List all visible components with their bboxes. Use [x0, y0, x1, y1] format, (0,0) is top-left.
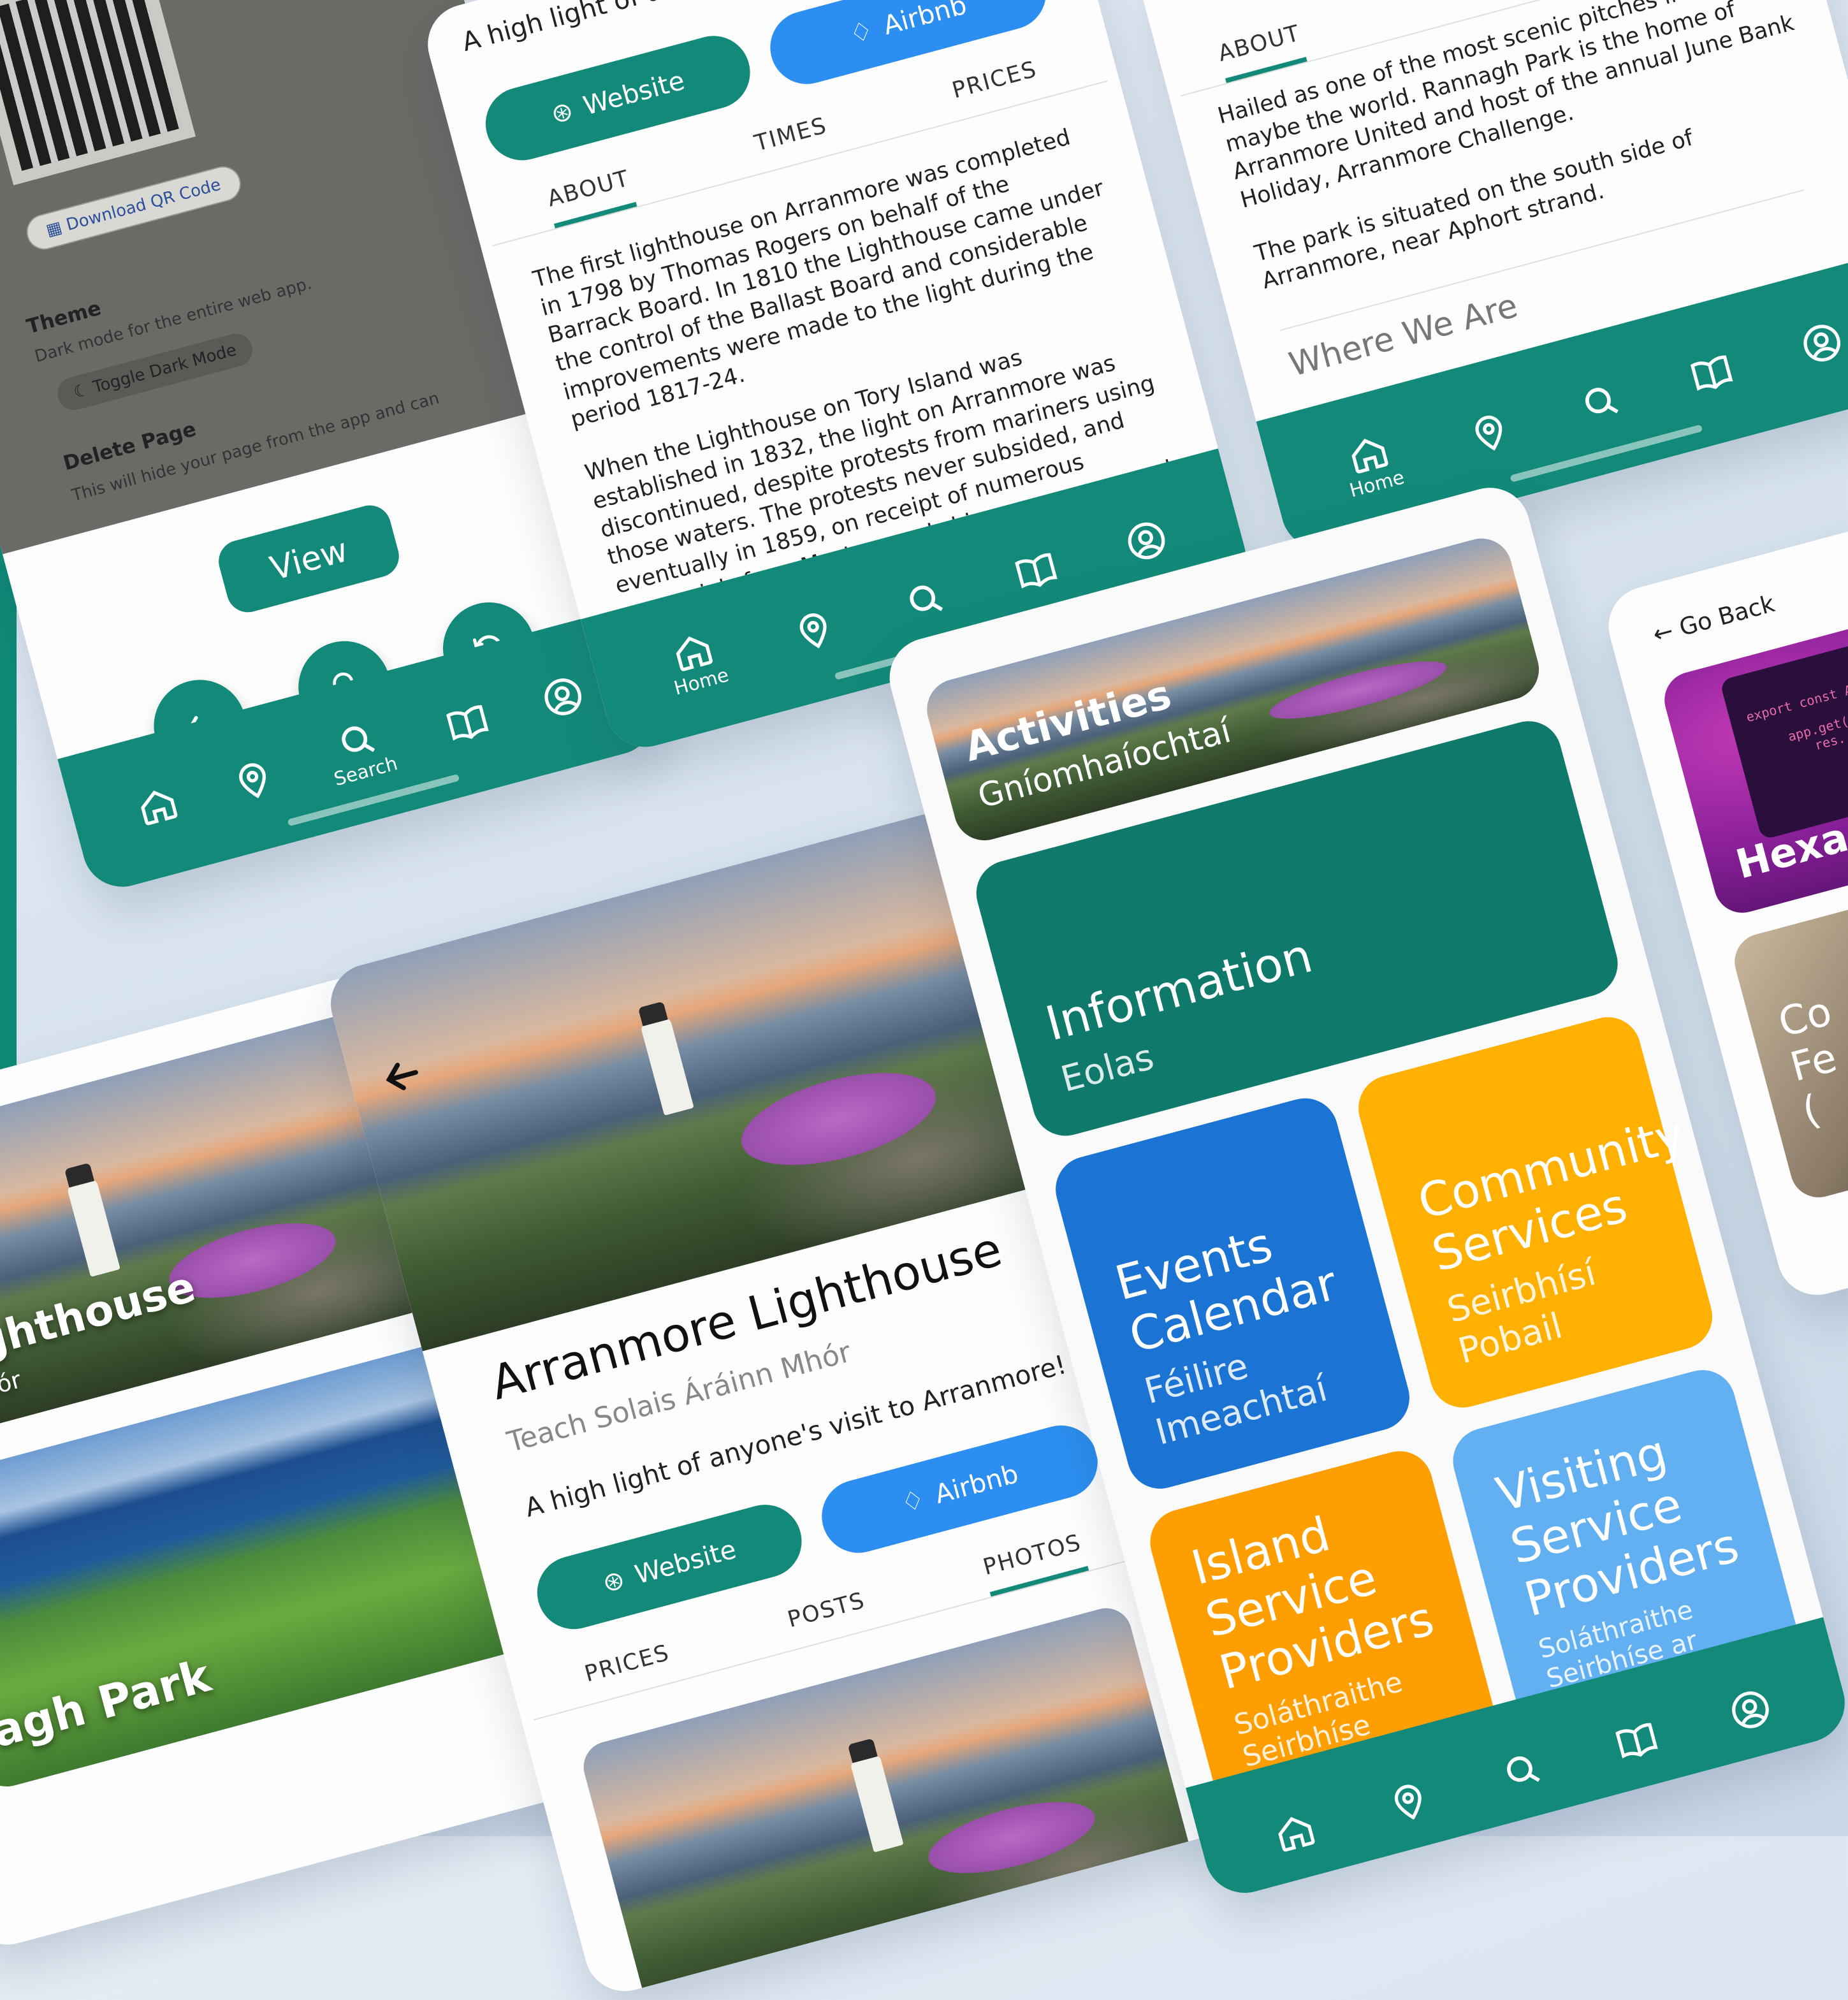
code-line-1: export const A [1744, 682, 1848, 726]
website-label: Website [632, 1535, 739, 1591]
profile-icon [1803, 325, 1841, 361]
nav-profile[interactable] [539, 673, 588, 722]
tab-prices[interactable]: PRICES [949, 56, 1044, 119]
profile-icon [544, 678, 582, 715]
airbnb-icon: ♢ [898, 1484, 928, 1519]
go-back-label: Go Back [1676, 588, 1778, 642]
lighthouse-shape [639, 1016, 694, 1116]
nav-guide[interactable] [443, 698, 492, 747]
list-card-1-subtitle: ainn Mhór [0, 1365, 24, 1423]
nav-search[interactable] [1498, 1746, 1547, 1795]
nav-search[interactable] [901, 576, 950, 625]
nav-guide[interactable] [1612, 1716, 1661, 1765]
nav-map[interactable] [790, 605, 839, 654]
website-label: Website [580, 66, 688, 122]
search-icon [1585, 388, 1619, 414]
mockup-stage: ▦ Download QR Code Theme Dark mode for t… [0, 0, 1848, 2000]
nav-profile[interactable] [1798, 319, 1847, 368]
map-pin-icon [1394, 1785, 1422, 1820]
park-about-screen: ABOUT Hailed as one of the most scenic p… [1134, 0, 1848, 558]
nav-profile[interactable] [1726, 1685, 1775, 1734]
book-icon [1615, 1723, 1658, 1759]
nav-home[interactable]: Home [1337, 427, 1406, 501]
nav-guide[interactable] [1687, 348, 1736, 397]
nav-indicator [287, 773, 460, 827]
tab-posts[interactable]: POSTS [785, 1588, 872, 1649]
arrow-left-icon [386, 1062, 418, 1091]
events-calendar-tile[interactable]: Events Calendar Féilire Imeachtaí [1048, 1091, 1417, 1496]
map-pin-icon [800, 613, 827, 648]
globe-icon: ⊛ [599, 1565, 629, 1599]
book-icon [446, 704, 490, 741]
tab-photos[interactable]: PHOTOS [980, 1529, 1089, 1597]
profile-icon [1732, 1691, 1769, 1728]
community-services-tile[interactable]: Community Services Seirbhísí Pobail [1351, 1009, 1720, 1415]
nav-home[interactable]: Home [661, 624, 731, 699]
nav-search[interactable] [1576, 378, 1626, 427]
nav-guide[interactable] [1012, 546, 1061, 595]
nav-map[interactable] [228, 755, 277, 805]
nav-map[interactable] [1466, 407, 1515, 456]
airbnb-icon: ♢ [846, 15, 877, 50]
home-icon [140, 790, 178, 826]
tab-about[interactable]: ABOUT [544, 165, 637, 228]
search-icon [1507, 1756, 1540, 1782]
nav-indicator [1439, 1790, 1633, 1849]
nav-map[interactable] [1385, 1777, 1434, 1826]
tab-times[interactable]: TIMES [752, 113, 834, 173]
book-icon [1015, 553, 1058, 589]
list-card-1-title: e Lighthouse [0, 1263, 201, 1390]
airbnb-label: Airbnb [880, 0, 970, 41]
home-icon [1278, 1816, 1315, 1852]
list-card-2-title: agh Park [0, 1649, 216, 1758]
map-pin-icon [1475, 415, 1502, 451]
map-pin-icon [238, 763, 266, 799]
search-icon [909, 585, 943, 611]
airbnb-label: Airbnb [931, 1459, 1022, 1510]
lighthouse-shape [849, 1753, 904, 1853]
nav-home[interactable] [1270, 1807, 1320, 1857]
go-back-link[interactable]: ← Go Back [1650, 589, 1777, 648]
tab-about[interactable]: ABOUT [1215, 20, 1308, 84]
code-window: export const A app.get( res. [1719, 589, 1848, 840]
nav-search[interactable]: Search [321, 713, 400, 790]
lighthouse-shape [66, 1178, 120, 1277]
tab-prices[interactable]: PRICES [582, 1640, 677, 1703]
photo-card-text: Co Fe ( [1773, 988, 1842, 1137]
nav-profile[interactable] [1123, 516, 1172, 566]
view-button[interactable]: View [214, 500, 404, 617]
profile-icon [1128, 522, 1165, 560]
nav-home[interactable] [133, 781, 182, 830]
book-icon [1690, 355, 1733, 391]
back-arrow-button[interactable] [374, 1047, 432, 1105]
globe-icon: ⊛ [548, 96, 577, 130]
nav-indicator [1510, 424, 1703, 483]
